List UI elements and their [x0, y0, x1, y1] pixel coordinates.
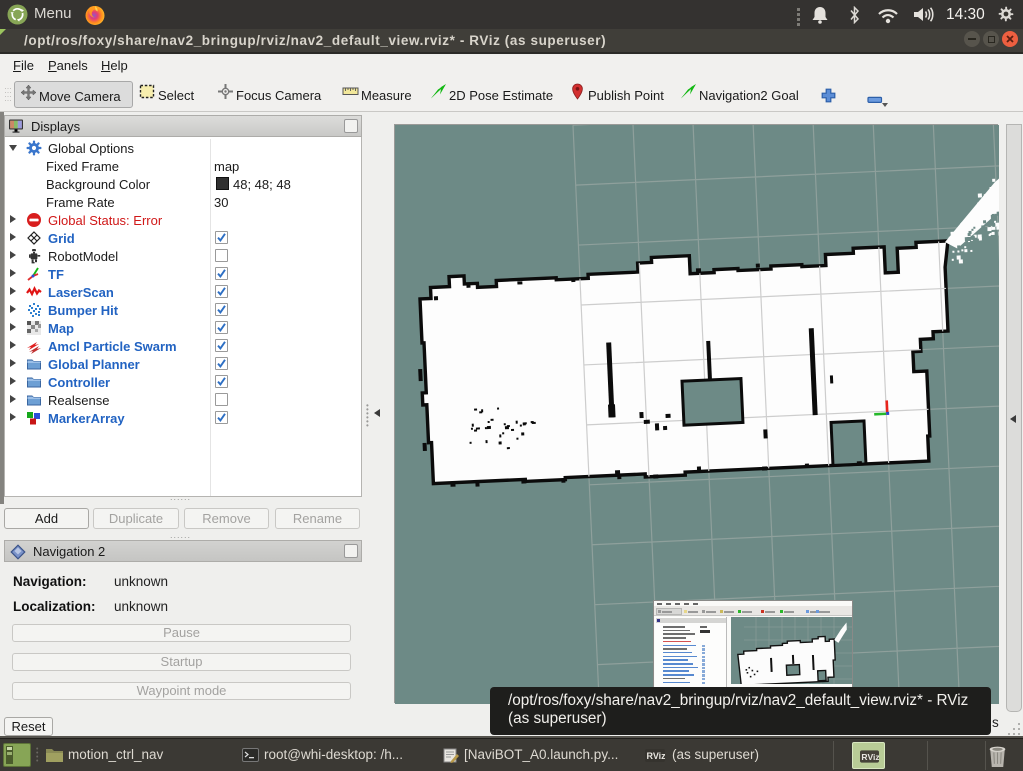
- svg-text:RViz: RViz: [861, 752, 879, 762]
- svg-text:RViz: RViz: [647, 751, 666, 761]
